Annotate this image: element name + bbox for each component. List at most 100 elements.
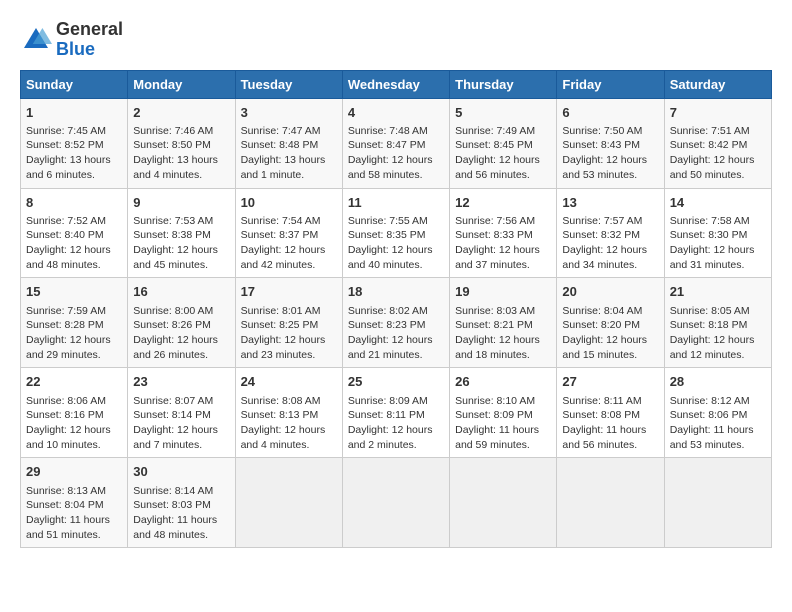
day-number: 19 xyxy=(455,283,551,301)
day-info: and 26 minutes. xyxy=(133,348,229,363)
day-info: Daylight: 12 hours xyxy=(562,153,658,168)
day-cell-17: 17Sunrise: 8:01 AMSunset: 8:25 PMDayligh… xyxy=(235,278,342,368)
day-info: and 21 minutes. xyxy=(348,348,444,363)
day-info: and 56 minutes. xyxy=(455,168,551,183)
day-number: 25 xyxy=(348,373,444,391)
day-info: Sunrise: 8:04 AM xyxy=(562,304,658,319)
day-cell-23: 23Sunrise: 8:07 AMSunset: 8:14 PMDayligh… xyxy=(128,368,235,458)
col-header-monday: Monday xyxy=(128,70,235,98)
day-cell-1: 1Sunrise: 7:45 AMSunset: 8:52 PMDaylight… xyxy=(21,98,128,188)
day-number: 18 xyxy=(348,283,444,301)
empty-cell xyxy=(342,458,449,548)
day-info: Sunset: 8:38 PM xyxy=(133,228,229,243)
day-info: Sunset: 8:52 PM xyxy=(26,138,122,153)
day-info: Daylight: 12 hours xyxy=(562,243,658,258)
day-number: 30 xyxy=(133,463,229,481)
day-info: Sunset: 8:30 PM xyxy=(670,228,766,243)
logo-text-blue: Blue xyxy=(56,40,123,60)
day-info: Daylight: 12 hours xyxy=(670,243,766,258)
day-info: Daylight: 11 hours xyxy=(133,513,229,528)
day-number: 4 xyxy=(348,104,444,122)
day-number: 14 xyxy=(670,194,766,212)
day-info: Sunset: 8:09 PM xyxy=(455,408,551,423)
day-info: Daylight: 12 hours xyxy=(241,243,337,258)
day-info: and 7 minutes. xyxy=(133,438,229,453)
day-info: and 10 minutes. xyxy=(26,438,122,453)
day-info: Sunset: 8:28 PM xyxy=(26,318,122,333)
day-info: and 53 minutes. xyxy=(670,438,766,453)
empty-cell xyxy=(235,458,342,548)
day-number: 20 xyxy=(562,283,658,301)
day-number: 15 xyxy=(26,283,122,301)
day-number: 6 xyxy=(562,104,658,122)
day-info: Sunset: 8:16 PM xyxy=(26,408,122,423)
day-info: and 56 minutes. xyxy=(562,438,658,453)
col-header-sunday: Sunday xyxy=(21,70,128,98)
day-info: Daylight: 12 hours xyxy=(26,423,122,438)
day-cell-30: 30Sunrise: 8:14 AMSunset: 8:03 PMDayligh… xyxy=(128,458,235,548)
day-cell-13: 13Sunrise: 7:57 AMSunset: 8:32 PMDayligh… xyxy=(557,188,664,278)
day-cell-14: 14 Sunrise: 7:58 AMSunset: 8:30 PMDayligh… xyxy=(664,188,771,278)
day-info: Sunset: 8:37 PM xyxy=(241,228,337,243)
day-number: 28 xyxy=(670,373,766,391)
day-info: Daylight: 12 hours xyxy=(133,423,229,438)
day-info: Sunrise: 7:50 AM xyxy=(562,124,658,139)
day-cell-5: 5Sunrise: 7:49 AMSunset: 8:45 PMDaylight… xyxy=(450,98,557,188)
day-info: Sunset: 8:43 PM xyxy=(562,138,658,153)
day-info: Daylight: 13 hours xyxy=(133,153,229,168)
week-row-5: 29Sunrise: 8:13 AMSunset: 8:04 PMDayligh… xyxy=(21,458,772,548)
day-number: 1 xyxy=(26,104,122,122)
day-info: and 40 minutes. xyxy=(348,258,444,273)
day-info: Daylight: 12 hours xyxy=(562,333,658,348)
day-info: Sunrise: 8:13 AM xyxy=(26,484,122,499)
day-number: 29 xyxy=(26,463,122,481)
day-info: and 34 minutes. xyxy=(562,258,658,273)
day-info: Sunset: 8:40 PM xyxy=(26,228,122,243)
day-number: 7 xyxy=(670,104,766,122)
day-number: 21 xyxy=(670,283,766,301)
day-info: Sunrise: 7:58 AM xyxy=(670,214,766,229)
logo: General Blue xyxy=(20,20,123,60)
day-info: Sunset: 8:42 PM xyxy=(670,138,766,153)
day-number: 27 xyxy=(562,373,658,391)
empty-cell xyxy=(664,458,771,548)
day-info: Sunrise: 7:57 AM xyxy=(562,214,658,229)
day-number: 2 xyxy=(133,104,229,122)
day-cell-19: 19Sunrise: 8:03 AMSunset: 8:21 PMDayligh… xyxy=(450,278,557,368)
day-cell-25: 25Sunrise: 8:09 AMSunset: 8:11 PMDayligh… xyxy=(342,368,449,458)
day-info: and 48 minutes. xyxy=(26,258,122,273)
day-info: Sunset: 8:47 PM xyxy=(348,138,444,153)
day-info: and 48 minutes. xyxy=(133,528,229,543)
day-info: Daylight: 12 hours xyxy=(348,423,444,438)
day-info: Sunset: 8:32 PM xyxy=(562,228,658,243)
day-info: Sunset: 8:25 PM xyxy=(241,318,337,333)
day-cell-8: 8Sunrise: 7:52 AMSunset: 8:40 PMDaylight… xyxy=(21,188,128,278)
day-number: 5 xyxy=(455,104,551,122)
calendar-header-row: SundayMondayTuesdayWednesdayThursdayFrid… xyxy=(21,70,772,98)
day-info: Sunset: 8:13 PM xyxy=(241,408,337,423)
day-number: 26 xyxy=(455,373,551,391)
week-row-2: 8Sunrise: 7:52 AMSunset: 8:40 PMDaylight… xyxy=(21,188,772,278)
day-cell-28: 28Sunrise: 8:12 AMSunset: 8:06 PMDayligh… xyxy=(664,368,771,458)
day-info: Sunrise: 8:05 AM xyxy=(670,304,766,319)
week-row-4: 22Sunrise: 8:06 AMSunset: 8:16 PMDayligh… xyxy=(21,368,772,458)
day-cell-2: 2Sunrise: 7:46 AMSunset: 8:50 PMDaylight… xyxy=(128,98,235,188)
day-cell-15: 15Sunrise: 7:59 AMSunset: 8:28 PMDayligh… xyxy=(21,278,128,368)
day-info: Daylight: 12 hours xyxy=(26,243,122,258)
day-cell-21: 21Sunrise: 8:05 AMSunset: 8:18 PMDayligh… xyxy=(664,278,771,368)
day-number: 22 xyxy=(26,373,122,391)
day-cell-12: 12Sunrise: 7:56 AMSunset: 8:33 PMDayligh… xyxy=(450,188,557,278)
day-cell-24: 24Sunrise: 8:08 AMSunset: 8:13 PMDayligh… xyxy=(235,368,342,458)
calendar-table: SundayMondayTuesdayWednesdayThursdayFrid… xyxy=(20,70,772,549)
day-info: Sunset: 8:45 PM xyxy=(455,138,551,153)
day-info: Sunrise: 8:09 AM xyxy=(348,394,444,409)
day-cell-16: 16Sunrise: 8:00 AMSunset: 8:26 PMDayligh… xyxy=(128,278,235,368)
day-info: Sunset: 8:21 PM xyxy=(455,318,551,333)
day-info: and 6 minutes. xyxy=(26,168,122,183)
day-info: Sunset: 8:20 PM xyxy=(562,318,658,333)
day-number: 9 xyxy=(133,194,229,212)
day-info: and 45 minutes. xyxy=(133,258,229,273)
day-info: Sunset: 8:06 PM xyxy=(670,408,766,423)
day-info: Sunrise: 7:52 AM xyxy=(26,214,122,229)
day-info: Daylight: 12 hours xyxy=(348,153,444,168)
